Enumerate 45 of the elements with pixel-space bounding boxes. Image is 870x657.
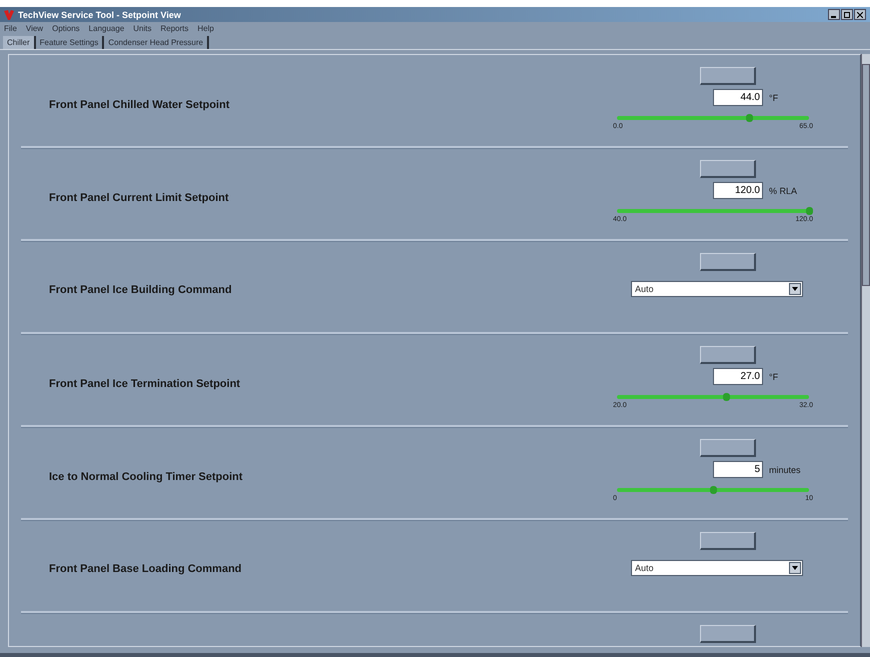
setpoint-label: Ice to Normal Cooling Timer Setpoint: [48, 470, 244, 482]
blank-button[interactable]: [700, 625, 756, 643]
unit-label: minutes: [769, 464, 801, 474]
unit-label: % RLA: [769, 186, 798, 196]
blank-button[interactable]: [700, 67, 756, 85]
menu-item[interactable]: Help: [198, 24, 214, 33]
blank-button[interactable]: [700, 346, 756, 364]
value-field[interactable]: 5: [713, 461, 763, 478]
maximize-icon[interactable]: [841, 9, 853, 20]
scrollbar-thumb[interactable]: [862, 64, 870, 286]
menu-item[interactable]: Language: [88, 24, 124, 33]
menu-item[interactable]: Options: [52, 24, 80, 33]
setpoint-label: Front Panel Chilled Water Setpoint: [48, 98, 230, 110]
slider-thumb[interactable]: [710, 486, 717, 494]
setpoint-label: Front Panel Current Limit Setpoint: [48, 190, 230, 204]
scrollbar[interactable]: [861, 54, 870, 647]
value-field[interactable]: 120.0: [713, 182, 763, 199]
close-icon[interactable]: [854, 9, 866, 20]
slider-thumb[interactable]: [806, 207, 813, 215]
unit-label: °F: [769, 92, 778, 102]
blank-button[interactable]: [700, 253, 756, 271]
setpoint-label: Front Panel Ice Termination Setpoint: [48, 376, 242, 390]
setpoint-label: Front Panel Ice Building Command: [48, 282, 233, 296]
menu-item[interactable]: Reports: [160, 24, 189, 33]
menu-item[interactable]: Units: [133, 24, 152, 33]
slider-track[interactable]: [617, 395, 809, 399]
slider-thumb[interactable]: [723, 393, 730, 401]
setpoint-label: Front Panel Base Loading Command: [48, 562, 243, 574]
slider-track[interactable]: [617, 488, 809, 492]
slider-thumb[interactable]: [746, 114, 754, 122]
unit-label: °F: [769, 372, 778, 382]
menu-item[interactable]: File: [4, 24, 17, 33]
dropdown[interactable]: Auto: [631, 560, 803, 576]
app-logo-icon: [4, 10, 14, 20]
value-field[interactable]: 44.0: [713, 89, 763, 106]
menu-item[interactable]: View: [26, 24, 44, 33]
slider-track[interactable]: [617, 116, 809, 120]
value-field[interactable]: 27.0: [713, 368, 763, 385]
blank-button[interactable]: [700, 439, 756, 457]
minimize-icon[interactable]: [828, 9, 840, 20]
window-title: TechView Service Tool - Setpoint View: [18, 10, 181, 20]
dropdown[interactable]: Auto: [631, 281, 803, 297]
blank-button[interactable]: [700, 160, 756, 178]
tab[interactable]: Chiller: [3, 36, 36, 49]
blank-button[interactable]: [700, 532, 756, 550]
